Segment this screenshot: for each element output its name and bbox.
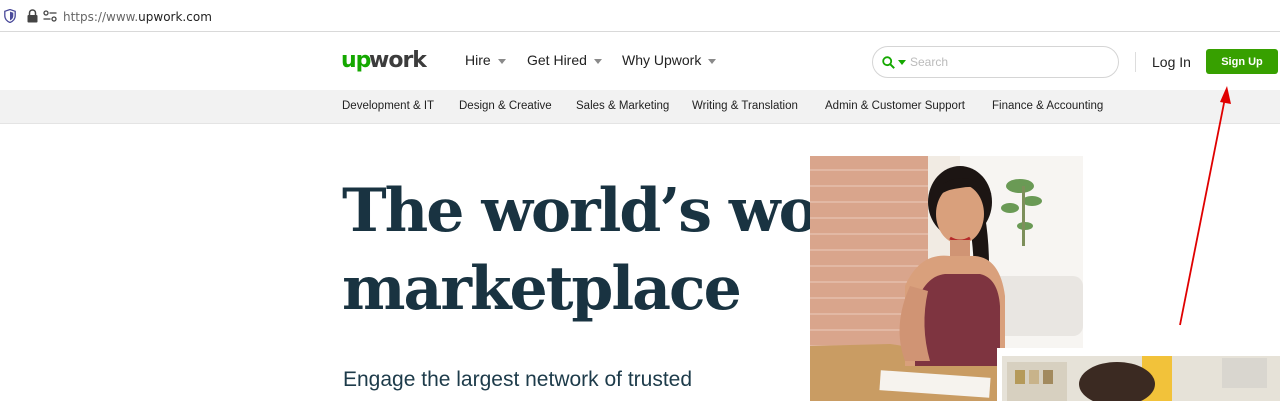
chevron-down-icon bbox=[497, 58, 506, 64]
shield-icon[interactable] bbox=[4, 9, 16, 23]
category-admin-customer-support[interactable]: Admin & Customer Support bbox=[825, 100, 965, 112]
header-divider bbox=[1135, 52, 1136, 72]
lock-icon[interactable] bbox=[27, 9, 38, 23]
hero-title-line-1: The world’s work bbox=[342, 176, 888, 246]
category-design-creative[interactable]: Design & Creative bbox=[459, 100, 552, 112]
url-text[interactable]: https://www.upwork.com bbox=[63, 10, 212, 24]
hero-title-line-2: marketplace bbox=[342, 254, 742, 324]
chevron-down-icon bbox=[708, 58, 717, 64]
nav-hire-label: Hire bbox=[465, 52, 491, 68]
category-bar: Development & IT Design & Creative Sales… bbox=[0, 90, 1280, 124]
svg-text:up: up bbox=[341, 48, 371, 73]
hero-title: The world’s work marketplace bbox=[342, 172, 888, 328]
url-domain: upwork.com bbox=[138, 10, 212, 24]
nav-get-hired-label: Get Hired bbox=[527, 52, 587, 68]
browser-url-bar[interactable]: https://www.upwork.com bbox=[0, 0, 1280, 32]
annotation-arrow bbox=[1179, 86, 1231, 326]
category-development-it[interactable]: Development & IT bbox=[342, 100, 434, 112]
search-box[interactable] bbox=[872, 46, 1119, 78]
top-navigation: up work Hire Get Hired Why Upwork Log In… bbox=[0, 32, 1280, 90]
permissions-icon[interactable] bbox=[43, 10, 57, 22]
category-finance-accounting[interactable]: Finance & Accounting bbox=[992, 100, 1103, 112]
hero-photo-secondary bbox=[997, 348, 1280, 401]
upwork-logo[interactable]: up work bbox=[341, 46, 427, 76]
search-scope-chevron-icon[interactable] bbox=[898, 60, 906, 65]
nav-get-hired[interactable]: Get Hired bbox=[527, 52, 602, 68]
search-icon[interactable] bbox=[882, 56, 895, 69]
login-link[interactable]: Log In bbox=[1152, 54, 1191, 70]
svg-text:work: work bbox=[369, 48, 427, 73]
category-sales-marketing[interactable]: Sales & Marketing bbox=[576, 100, 669, 112]
chevron-down-icon bbox=[593, 58, 602, 64]
hero-subtitle: Engage the largest network of trusted bbox=[343, 368, 693, 391]
nav-hire[interactable]: Hire bbox=[465, 52, 506, 68]
url-prefix: https://www. bbox=[63, 10, 139, 24]
signup-button[interactable]: Sign Up bbox=[1206, 49, 1278, 74]
category-writing-translation[interactable]: Writing & Translation bbox=[692, 100, 798, 112]
search-input[interactable] bbox=[910, 53, 1110, 71]
nav-why-upwork[interactable]: Why Upwork bbox=[622, 52, 717, 68]
nav-why-upwork-label: Why Upwork bbox=[622, 52, 702, 68]
